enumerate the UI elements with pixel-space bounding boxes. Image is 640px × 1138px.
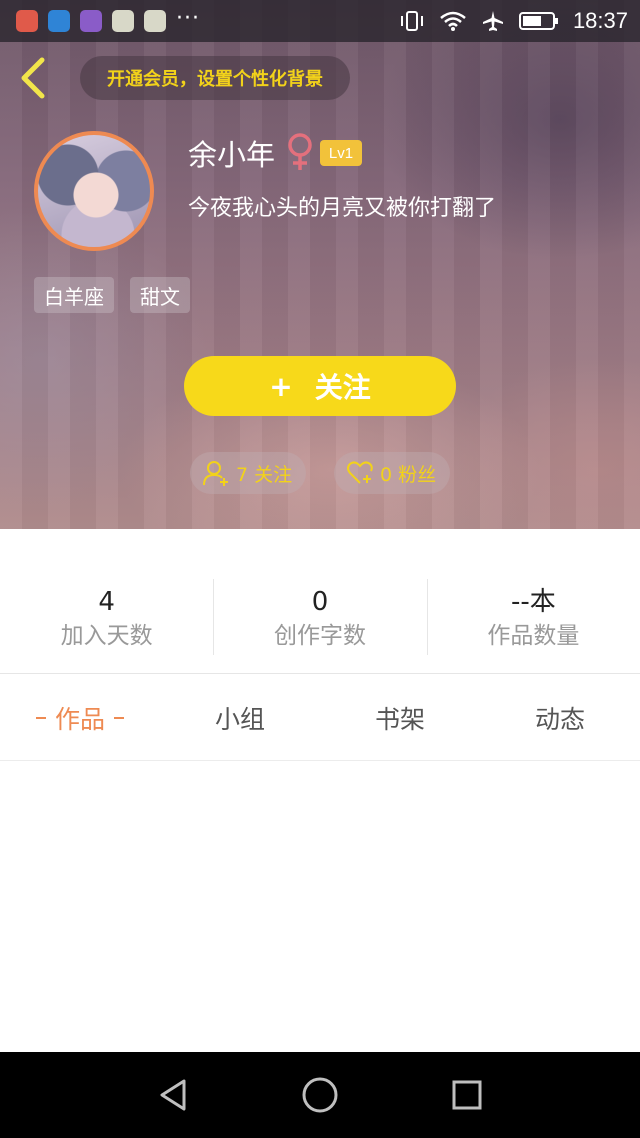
- status-bar: ··· 18:37: [0, 0, 640, 42]
- stat-label: 加入天数: [60, 623, 153, 649]
- stat-label: 作品数量: [487, 623, 580, 649]
- follow-button[interactable]: + 关注: [184, 356, 456, 416]
- airplane-icon: [482, 11, 503, 31]
- plus-icon: +: [269, 369, 293, 403]
- system-nav-bar: [0, 1052, 640, 1138]
- fans-count: 0 粉丝: [380, 463, 437, 486]
- following-count: 7 关注: [236, 463, 293, 486]
- nav-recents-button[interactable]: [443, 1071, 491, 1119]
- profile-tabs: 作品 小组 书架 动态: [0, 675, 640, 761]
- map-app-icon: [48, 10, 70, 32]
- vip-background-prompt[interactable]: 开通会员，设置个性化背景: [80, 56, 350, 100]
- mail-app-icon: [16, 10, 38, 32]
- more-notifications-icon: ···: [176, 6, 200, 31]
- tab-activity[interactable]: 动态: [480, 675, 640, 760]
- tab-bookshelf[interactable]: 书架: [320, 675, 480, 760]
- stat-days-joined: 4 加入天数: [0, 529, 213, 673]
- stats-row: 4 加入天数 0 创作字数 --本 作品数量: [0, 529, 640, 674]
- tab-label: 书架: [374, 704, 425, 734]
- tab-content-area: [0, 762, 640, 1052]
- chevron-left-icon: [21, 57, 45, 99]
- vibrate-icon: [400, 11, 423, 31]
- tab-label: 作品: [54, 704, 105, 734]
- stat-value: 4: [98, 587, 115, 617]
- tab-groups[interactable]: 小组: [160, 675, 320, 760]
- chat-app-icon: [112, 10, 134, 32]
- nav-back-button[interactable]: [149, 1071, 197, 1119]
- avatar[interactable]: [34, 131, 154, 251]
- stat-works-count: --本 作品数量: [426, 529, 640, 673]
- tab-works[interactable]: 作品: [0, 675, 160, 760]
- stat-value: 0: [311, 587, 329, 617]
- tag-genre: 甜文: [130, 277, 190, 313]
- gallery-app-icon: [80, 10, 102, 32]
- chat-app-icon-2: [144, 10, 166, 32]
- recents-square-icon: [452, 1080, 482, 1110]
- wifi-icon: [440, 11, 466, 31]
- add-user-icon: [203, 461, 228, 486]
- level-badge: Lv1: [320, 140, 362, 166]
- stat-label: 创作字数: [273, 623, 366, 649]
- tab-label: 小组: [214, 704, 265, 734]
- nav-home-button[interactable]: [296, 1071, 344, 1119]
- tag-constellation: 白羊座: [34, 277, 114, 313]
- fans-count-button[interactable]: 0 粉丝: [334, 452, 450, 494]
- female-icon: [288, 133, 312, 170]
- username: 余小年: [188, 138, 276, 172]
- tab-label: 动态: [534, 704, 585, 734]
- stat-value: --本: [510, 587, 556, 617]
- following-count-button[interactable]: 7 关注: [190, 452, 306, 494]
- profile-page: ··· 18:37 开通会员，设置个性化背景 余小年 Lv1 今夜我心头的月亮又…: [0, 0, 640, 1138]
- back-triangle-icon: [160, 1079, 186, 1111]
- battery-icon: [518, 12, 558, 30]
- back-button[interactable]: [14, 56, 54, 100]
- home-circle-icon: [302, 1077, 338, 1113]
- stat-words-written: 0 创作字数: [213, 529, 426, 673]
- heart-plus-icon: [347, 461, 373, 484]
- status-time: 18:37: [572, 8, 628, 33]
- follow-button-label: 关注: [314, 371, 371, 404]
- signature: 今夜我心头的月亮又被你打翻了: [188, 196, 497, 221]
